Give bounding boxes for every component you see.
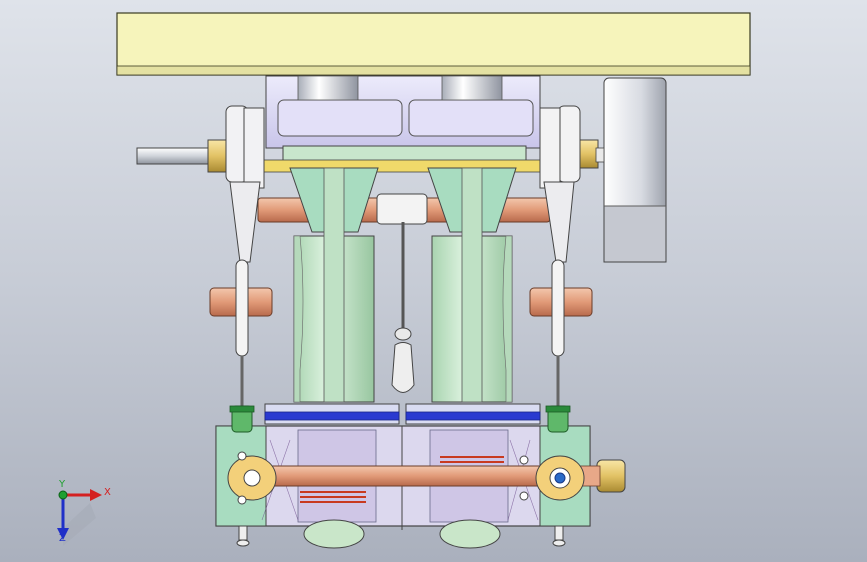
column-left[interactable] bbox=[289, 167, 379, 403]
flywheel[interactable] bbox=[603, 77, 667, 263]
center-lever[interactable] bbox=[391, 222, 415, 393]
valve-cap-right[interactable] bbox=[545, 405, 571, 433]
valve-cap-left[interactable] bbox=[229, 405, 255, 433]
axis-y-label: Y bbox=[59, 479, 66, 490]
axis-z-label: Z bbox=[59, 533, 66, 544]
bottom-bolts bbox=[236, 525, 566, 547]
column-right[interactable] bbox=[427, 167, 517, 403]
cad-viewport[interactable]: X Y Z bbox=[0, 0, 867, 562]
piston-heads[interactable] bbox=[264, 403, 541, 425]
axis-x-label: X bbox=[104, 487, 111, 498]
cylinder-block[interactable] bbox=[265, 75, 541, 169]
top-base-plate[interactable] bbox=[116, 12, 751, 76]
engine-model[interactable] bbox=[0, 0, 867, 562]
